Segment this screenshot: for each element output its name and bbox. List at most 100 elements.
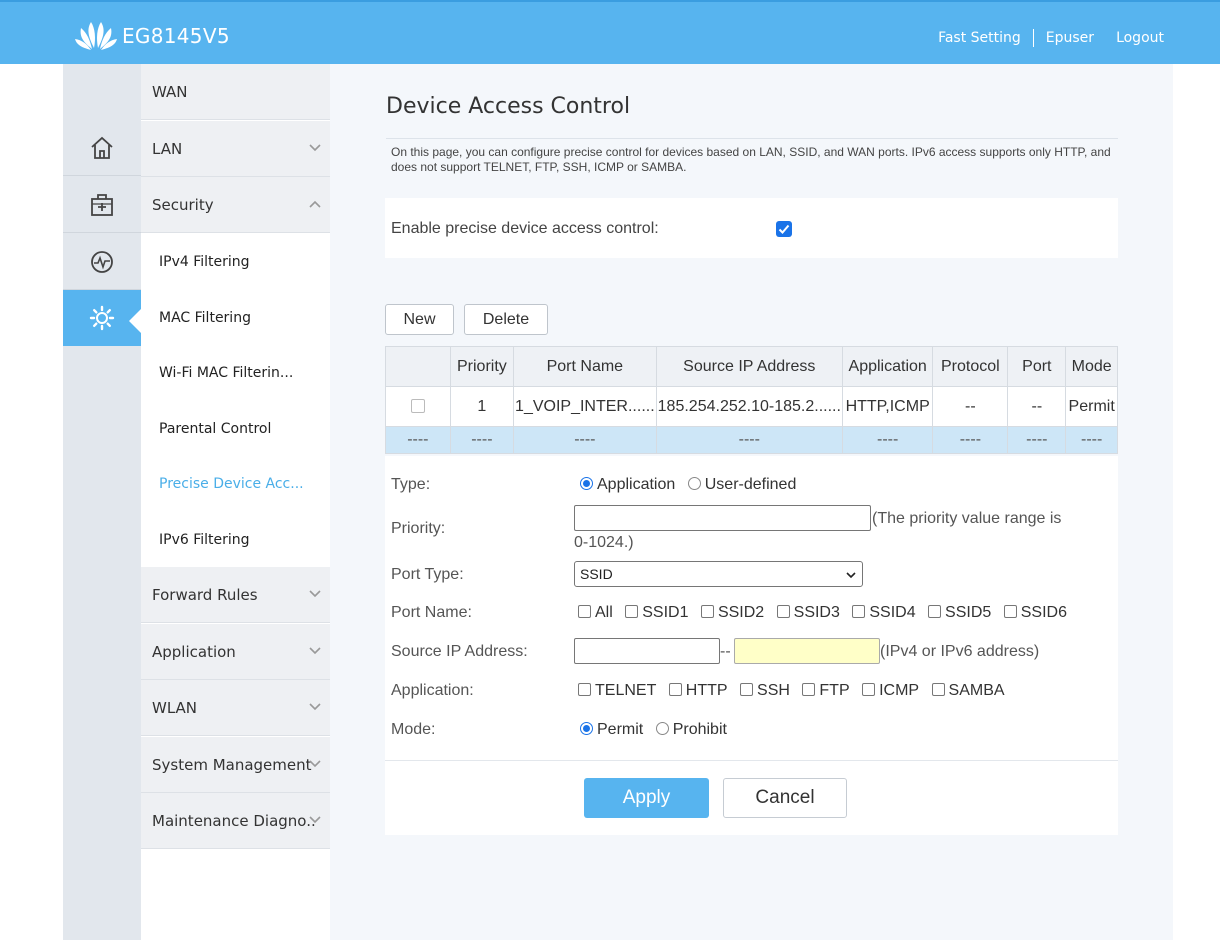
- option-label: Application: [597, 476, 676, 493]
- rail-settings[interactable]: [63, 290, 141, 346]
- new-button[interactable]: New: [385, 304, 454, 335]
- radio[interactable]: [655, 722, 669, 735]
- menu-item-maintenance-diagnosis[interactable]: Maintenance Diagno..: [141, 793, 330, 849]
- port-name-ssid4[interactable]: SSID4: [852, 604, 916, 622]
- enable-label: Enable precise device access control:: [391, 220, 659, 237]
- menu-item-lan[interactable]: LAN: [141, 121, 330, 177]
- fast-setting-link[interactable]: Fast Setting: [938, 30, 1021, 46]
- checkbox[interactable]: [862, 683, 876, 696]
- table-cell: ----: [932, 426, 1009, 454]
- priority-input[interactable]: [574, 505, 871, 531]
- logout-link[interactable]: Logout: [1116, 30, 1164, 46]
- menu-item-application[interactable]: Application: [141, 624, 330, 680]
- checkbox[interactable]: [931, 683, 945, 696]
- menu-item-system-management[interactable]: System Management: [141, 737, 330, 793]
- app-samba[interactable]: SAMBA: [931, 682, 1005, 700]
- app-telnet[interactable]: TELNET: [578, 682, 656, 700]
- checkbox[interactable]: [740, 683, 754, 696]
- checkbox[interactable]: [578, 683, 591, 696]
- chevron-down-icon: [309, 144, 321, 152]
- mode-option-permit[interactable]: Permit: [580, 721, 643, 739]
- column-header: Port: [1007, 346, 1067, 387]
- port-name-options: All SSID1 SSID2 SSID3 SSID4 SSID5 SSID6: [578, 604, 1075, 622]
- menu-item-security[interactable]: Security: [141, 177, 330, 233]
- source-ip-end-input[interactable]: [734, 638, 880, 664]
- rail-monitor[interactable]: [63, 234, 141, 290]
- app-icmp[interactable]: ICMP: [862, 682, 919, 700]
- application-label: Application:: [391, 682, 474, 699]
- port-name-ssid2[interactable]: SSID2: [700, 604, 765, 622]
- sub-item-mac-filtering[interactable]: MAC Filtering: [141, 290, 330, 346]
- table-cell: ----: [655, 426, 843, 454]
- port-name-all[interactable]: All: [578, 604, 613, 622]
- table-cell: ----: [513, 426, 657, 454]
- sub-item-ipv4-filtering[interactable]: IPv4 Filtering: [141, 234, 330, 290]
- checkbox[interactable]: [852, 605, 866, 618]
- option-label: SSID2: [717, 604, 765, 621]
- sub-item-ipv6-filtering[interactable]: IPv6 Filtering: [141, 512, 330, 568]
- delete-button[interactable]: Delete: [464, 304, 548, 335]
- menu-item-wan[interactable]: WAN: [141, 64, 330, 120]
- table-cell: --: [932, 386, 1009, 427]
- radio-selected[interactable]: [580, 477, 593, 490]
- menu-item-forward-rules[interactable]: Forward Rules: [141, 567, 330, 623]
- enable-panel: Enable precise device access control:: [385, 198, 1118, 258]
- chevron-up-icon: [309, 200, 321, 208]
- checkbox[interactable]: [668, 683, 682, 696]
- row-checkbox[interactable]: [410, 399, 425, 414]
- port-name-ssid5[interactable]: SSID5: [928, 604, 991, 622]
- table-cell: ----: [1065, 426, 1118, 454]
- port-name-label: Port Name:: [391, 604, 472, 621]
- enable-checkbox[interactable]: [776, 221, 792, 237]
- column-header: Application: [841, 346, 934, 387]
- sub-item-parental-control[interactable]: Parental Control: [141, 401, 330, 457]
- checkbox[interactable]: [578, 605, 591, 618]
- page-description: On this page, you can configure precise …: [391, 145, 1111, 174]
- checkbox[interactable]: [700, 605, 714, 618]
- column-header: Mode: [1065, 346, 1118, 387]
- cancel-button[interactable]: Cancel: [723, 778, 847, 818]
- app-http[interactable]: HTTP: [668, 682, 728, 700]
- port-type-select[interactable]: SSID: [574, 561, 863, 587]
- app-ssh[interactable]: SSH: [740, 682, 790, 700]
- table-row-placeholder[interactable]: ---- ---- ---- ---- ---- ---- ---- ----: [385, 426, 1118, 454]
- type-option-application[interactable]: Application: [580, 476, 675, 494]
- checkbox[interactable]: [928, 605, 942, 618]
- checkbox[interactable]: [802, 683, 816, 696]
- mode-label: Mode:: [391, 721, 436, 738]
- priority-hint-range: 0-1024.): [574, 534, 634, 551]
- radio-selected[interactable]: [580, 722, 593, 735]
- apply-button[interactable]: Apply: [584, 778, 709, 818]
- sub-item-precise-device-access[interactable]: Precise Device Acc...: [141, 456, 330, 512]
- table-row[interactable]: 1 1_VOIP_INTER...... 185.254.252.10-185.…: [385, 386, 1118, 427]
- radio[interactable]: [687, 477, 701, 490]
- chevron-down-icon: [846, 572, 856, 579]
- option-label: SSID4: [869, 604, 916, 621]
- sub-item-label: Precise Device Acc...: [159, 476, 304, 492]
- source-ip-label: Source IP Address:: [391, 643, 528, 660]
- option-label: SSH: [757, 682, 790, 699]
- rail-toolbox[interactable]: [63, 177, 141, 233]
- port-name-ssid6[interactable]: SSID6: [1003, 604, 1067, 622]
- user-link[interactable]: Epuser: [1046, 30, 1094, 46]
- link-divider: [1032, 29, 1034, 47]
- checkbox[interactable]: [1003, 605, 1017, 618]
- type-option-user-defined[interactable]: User-defined: [687, 476, 796, 494]
- option-label: SSID5: [945, 604, 992, 621]
- port-name-ssid3[interactable]: SSID3: [776, 604, 840, 622]
- checkbox[interactable]: [625, 605, 639, 618]
- option-label: HTTP: [685, 682, 728, 699]
- menu-item-wlan[interactable]: WLAN: [141, 680, 330, 736]
- side-menu: WAN LAN Security IPv4 Filtering MAC Filt…: [141, 64, 330, 940]
- sub-item-wifi-mac-filtering[interactable]: Wi-Fi MAC Filterin...: [141, 345, 330, 401]
- menu-item-label: Application: [152, 642, 236, 661]
- source-ip-start-input[interactable]: [574, 638, 720, 664]
- app-ftp[interactable]: FTP: [802, 682, 850, 700]
- rail-home[interactable]: [63, 120, 141, 176]
- mode-option-prohibit[interactable]: Prohibit: [655, 721, 727, 739]
- port-name-ssid1[interactable]: SSID1: [625, 604, 688, 622]
- checkbox[interactable]: [776, 605, 790, 618]
- table-cell: ----: [841, 426, 934, 454]
- type-label: Type:: [391, 476, 431, 493]
- table-cell: 185.254.252.10-185.2......: [655, 386, 843, 427]
